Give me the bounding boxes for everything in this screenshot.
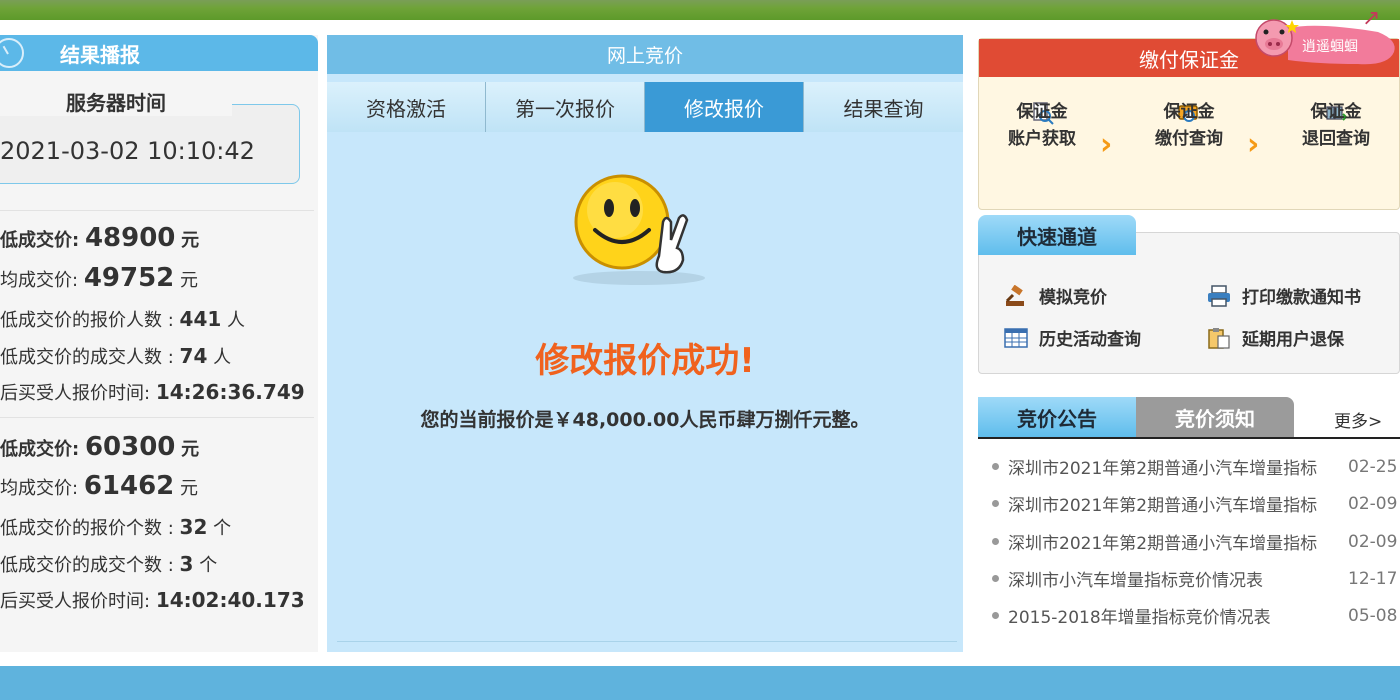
clipboard-icon — [1208, 327, 1230, 349]
personal-bidders: 低成交价的报价人数 : 441 人 — [0, 307, 246, 331]
footer-bar — [0, 666, 1400, 700]
bullet-icon — [992, 538, 999, 545]
print-notice-link[interactable]: 打印缴款通知书 — [1206, 283, 1361, 308]
notice-item[interactable]: 深圳市2021年第2期普通小汽车增量指标 02-09 — [992, 529, 1400, 554]
tab-bidding-announcements[interactable]: 竞价公告 — [978, 397, 1136, 437]
divider — [0, 210, 314, 211]
pig-mascot-label[interactable]: 逍遥蝈蝈 — [1302, 36, 1358, 56]
bidding-tabs: 资格激活 第一次报价 修改报价 结果查询 — [327, 82, 963, 132]
more-link[interactable]: 更多> — [1334, 407, 1382, 432]
bullet-icon — [992, 500, 999, 507]
results-panel: 结果播报 服务器时间 2021-03-02 10:10:42 低成交价: 489… — [0, 35, 318, 652]
online-bidding-panel: 网上竞价 资格激活 第一次报价 修改报价 结果查询 修改报价成功! 您的当前报价… — [327, 35, 963, 652]
smiley-victory-icon — [573, 174, 705, 285]
company-bidders: 低成交价的报价个数 : 32 个 — [0, 515, 232, 539]
notice-item[interactable]: 深圳市2021年第2期普通小汽车增量指标 02-09 — [992, 491, 1400, 516]
divider — [337, 641, 957, 642]
tab-bidding-rules[interactable]: 竞价须知 — [1136, 397, 1294, 437]
chevron-right-icon: › — [1100, 127, 1113, 162]
notice-item[interactable]: 深圳市2021年第2期普通小汽车增量指标 02-25 — [992, 454, 1400, 479]
success-message: 您的当前报价是￥48,000.00人民币肆万捌仟元整。 — [420, 409, 870, 431]
gavel-icon — [1005, 284, 1024, 306]
results-header: 结果播报 — [0, 35, 318, 71]
bullet-icon — [992, 612, 999, 619]
printer-icon — [1208, 284, 1230, 307]
company-last-time: 后买受人报价时间: 14:02:40.173 — [0, 588, 305, 612]
notice-item[interactable]: 2015-2018年增量指标竞价情况表 05-08 — [992, 603, 1400, 628]
success-title: 修改报价成功! — [535, 341, 755, 381]
company-avg-price: 均成交价: 61462 元 — [0, 471, 199, 501]
deposit-account-link[interactable]: 保证金 账户获取 — [992, 99, 1092, 153]
personal-avg-price: 均成交价: 49752 元 — [0, 263, 199, 293]
tab-result-query[interactable]: 结果查询 — [804, 82, 963, 132]
arrow-up-right-icon: ↗ — [1362, 6, 1381, 31]
deposit-payment-link[interactable]: 保证金 缴付查询 — [1139, 99, 1239, 153]
server-time-label: 服务器时间 — [0, 87, 232, 116]
bullet-icon — [992, 575, 999, 582]
bullet-icon — [992, 463, 999, 470]
extension-refund-link[interactable]: 延期用户退保 — [1206, 325, 1344, 350]
chevron-right-icon: › — [1247, 127, 1260, 162]
calendar-table-icon — [1004, 327, 1028, 348]
server-time-value: 2021-03-02 10:10:42 — [0, 137, 255, 165]
personal-last-time: 后买受人报价时间: 14:26:36.749 — [0, 380, 305, 404]
header-banner — [0, 0, 1400, 20]
mock-bidding-link[interactable]: 模拟竞价 — [1003, 283, 1107, 308]
tab-qualification-activation[interactable]: 资格激活 — [327, 82, 486, 132]
tab-modify-bid[interactable]: 修改报价 — [645, 82, 804, 132]
divider — [0, 417, 314, 418]
online-bidding-title: 网上竞价 — [327, 35, 963, 74]
personal-min-price: 低成交价: 48900 元 — [0, 223, 200, 253]
company-deals: 低成交价的成交个数 : 3 个 — [0, 552, 218, 576]
clock-icon — [0, 38, 24, 68]
notice-item[interactable]: 深圳市小汽车增量指标竞价情况表 12-17 — [992, 566, 1400, 591]
divider — [978, 437, 1400, 439]
quick-channel-title: 快速通道 — [978, 215, 1136, 255]
company-min-price: 低成交价: 60300 元 — [0, 432, 200, 462]
deposit-refund-link[interactable]: 保证金 退回查询 — [1286, 99, 1386, 153]
results-title: 结果播报 — [60, 42, 140, 67]
personal-deals: 低成交价的成交人数 : 74 人 — [0, 344, 232, 368]
history-query-link[interactable]: 历史活动查询 — [1003, 325, 1141, 350]
tab-first-bid[interactable]: 第一次报价 — [486, 82, 645, 132]
